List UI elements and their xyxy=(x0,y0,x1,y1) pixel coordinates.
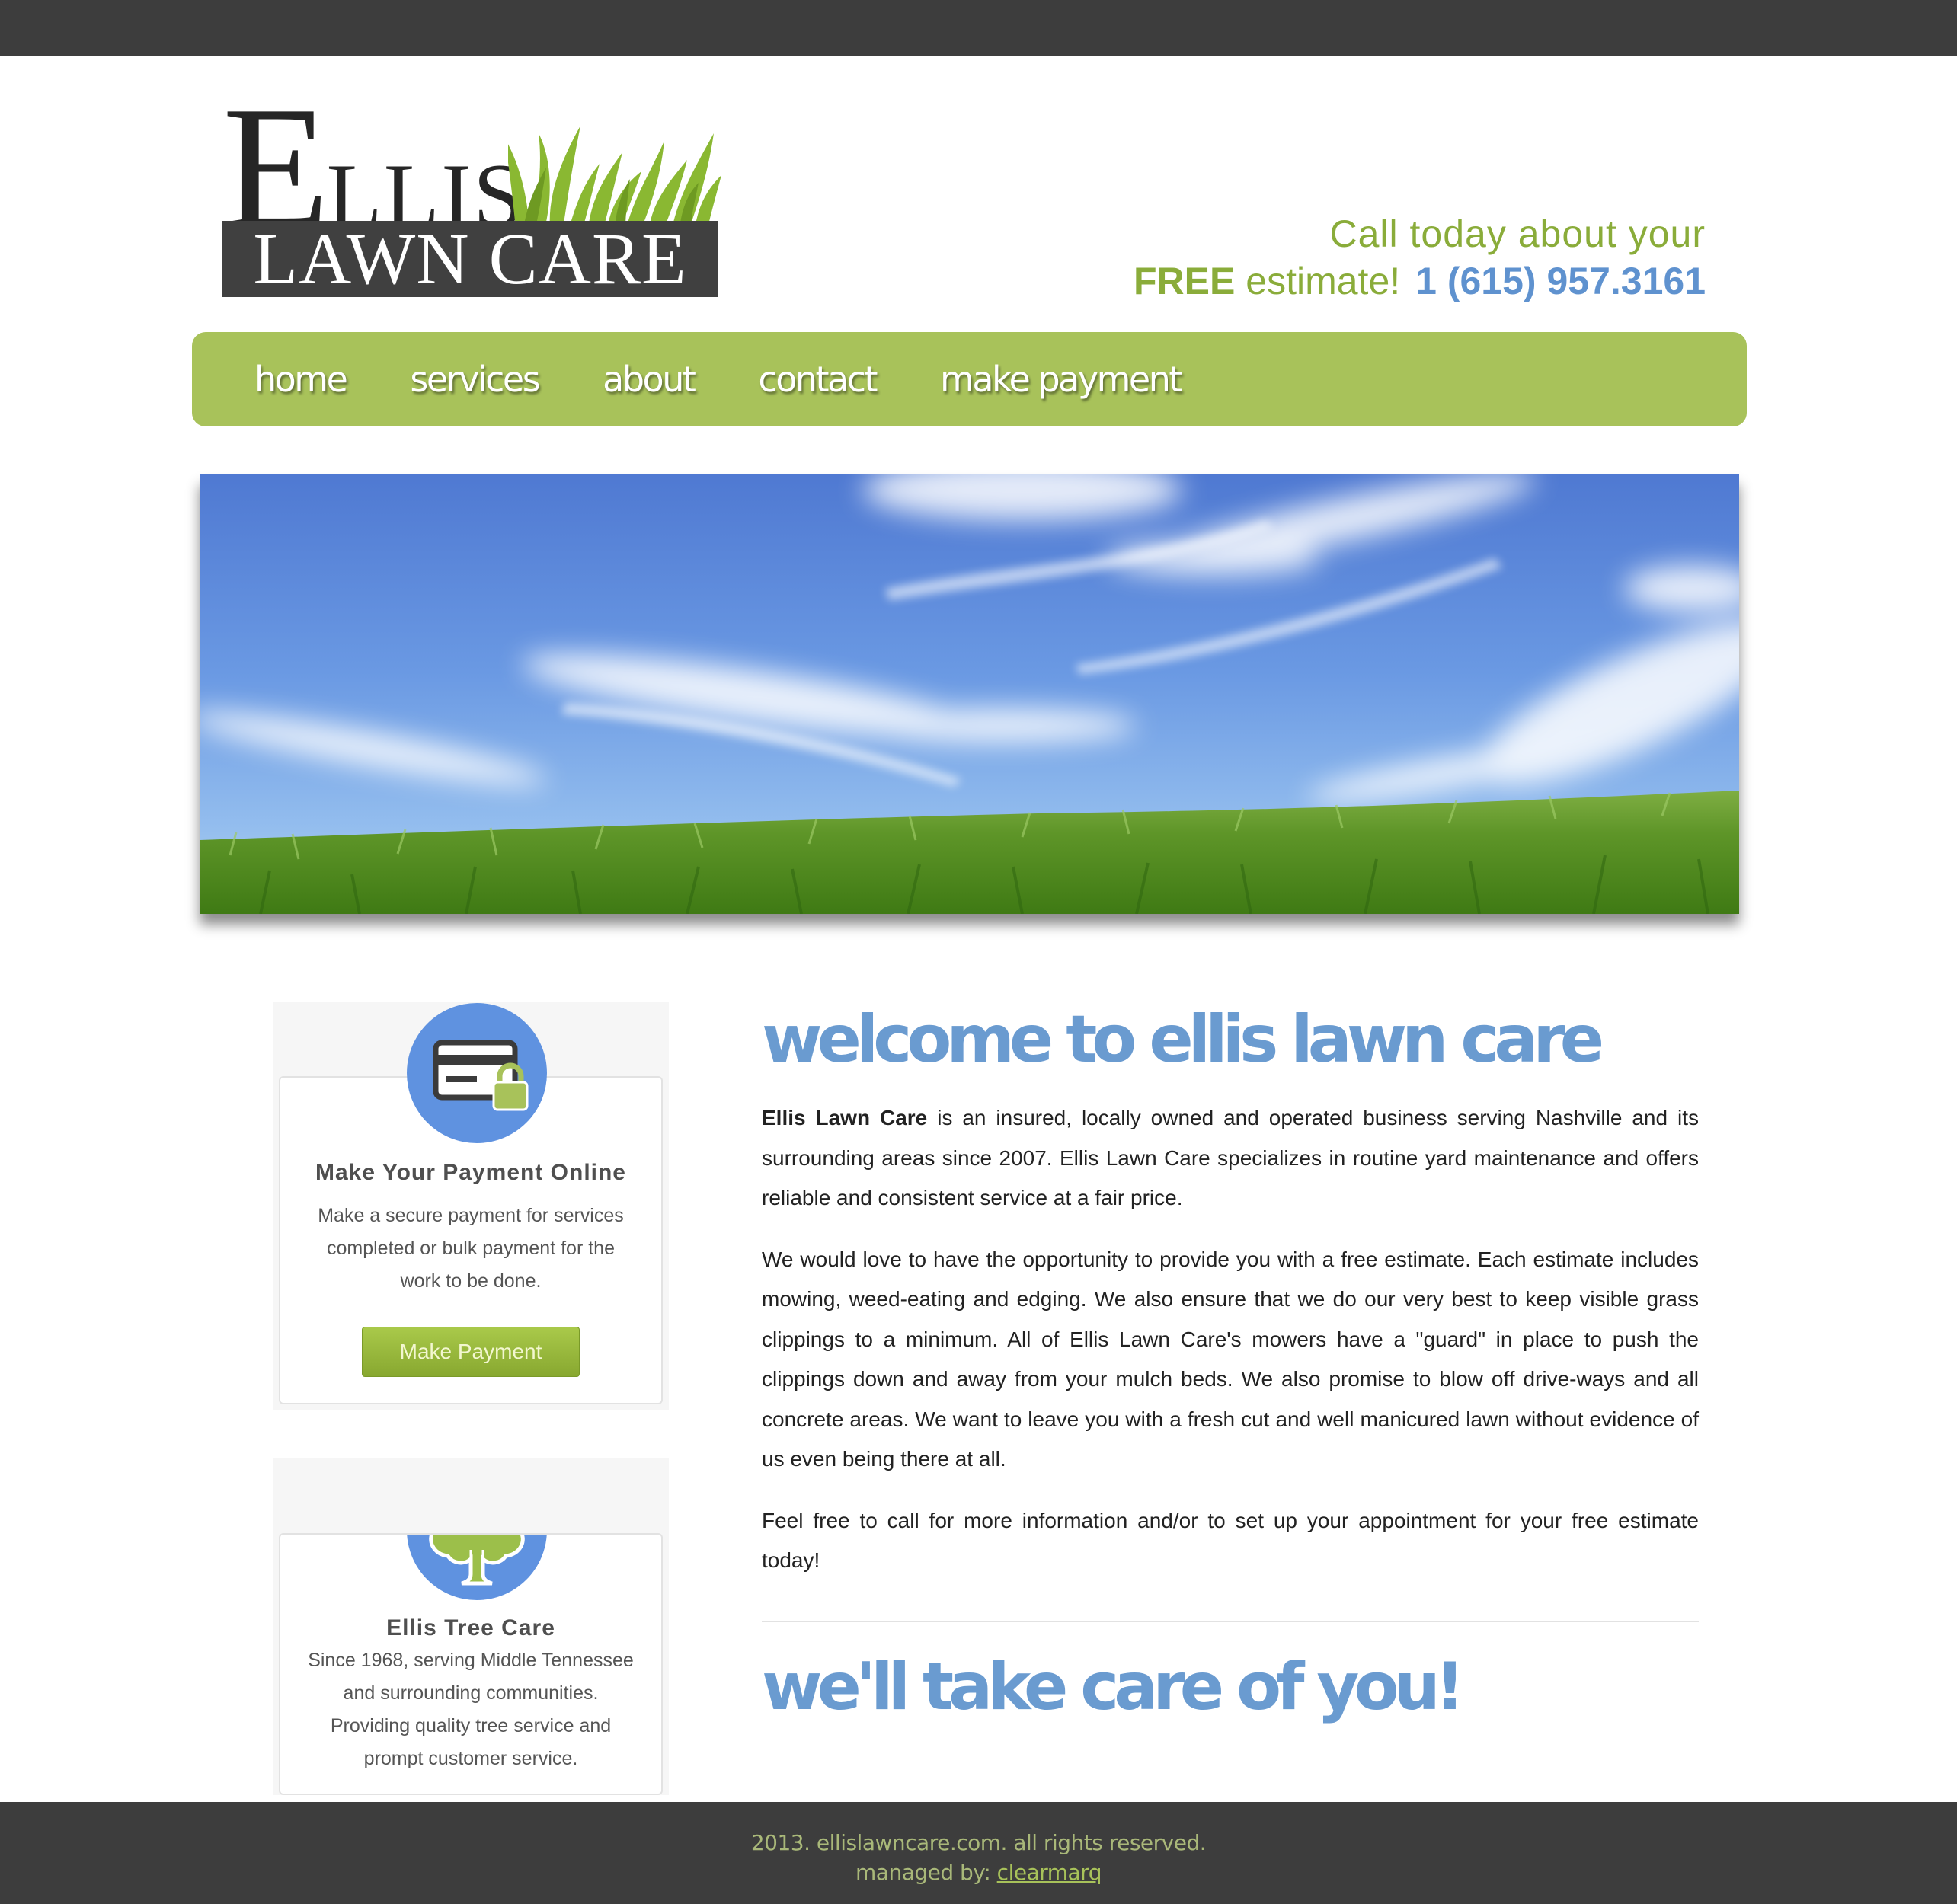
call-to-action: Call today about your FREE estimate! 1 (6… xyxy=(1134,210,1706,305)
phone-number[interactable]: 1 (615) 957.3161 xyxy=(1415,260,1706,302)
care-title: we'll take care of you! xyxy=(762,1648,1465,1725)
grass-logo-icon xyxy=(508,126,721,228)
tree-care-text-4: prompt customer service. xyxy=(363,1748,578,1769)
clearmarq-link[interactable]: clearmarq xyxy=(997,1860,1102,1885)
payment-card-text-3: work to be done. xyxy=(400,1270,542,1292)
nav-item-about[interactable]: about xyxy=(603,359,696,400)
logo-lawn-care-banner: LAWN CARE xyxy=(222,221,718,297)
tree-care-card-wrapper: Ellis Tree Care Since 1968, serving Midd… xyxy=(273,1458,669,1795)
payment-card-wrapper: Make Your Payment Online Make a secure p… xyxy=(273,1002,669,1410)
tree-care-text-3: Providing quality tree service and xyxy=(330,1715,612,1736)
tree-icon xyxy=(407,1535,547,1600)
payment-card: Make Your Payment Online Make a secure p… xyxy=(279,1003,663,1404)
estimate-paragraph: We would love to have the opportunity to… xyxy=(762,1247,1699,1471)
tree-care-card-title: Ellis Tree Care xyxy=(386,1615,555,1640)
payment-card-text-2: completed or bulk payment for the xyxy=(327,1238,615,1259)
main-content: welcome to ellis lawn care Ellis Lawn Ca… xyxy=(762,998,1699,1729)
hero-landscape-graphic xyxy=(200,474,1739,914)
payment-card-text-1: Make a secure payment for services xyxy=(318,1205,624,1226)
nav-list: home services about contact make payment xyxy=(254,332,1245,426)
tree-care-text-2: and surrounding communities. xyxy=(343,1682,599,1704)
make-payment-button[interactable]: Make Payment xyxy=(362,1327,580,1377)
tree-care-card: Ellis Tree Care Since 1968, serving Midd… xyxy=(279,1533,663,1795)
cta-line-1: Call today about your xyxy=(1329,212,1706,255)
footer-copyright: 2013. ellislawncare.com. all rights rese… xyxy=(750,1830,1207,1855)
cta-estimate: estimate! xyxy=(1246,260,1401,302)
call-paragraph: Feel free to call for more information a… xyxy=(762,1508,1699,1573)
nav-item-contact[interactable]: contact xyxy=(758,359,878,400)
footer-managed-by: managed by: clearmarq xyxy=(0,1860,1957,1885)
cta-line-2: FREE estimate! 1 (615) 957.3161 xyxy=(1134,257,1706,305)
main-nav: home services about contact make payment xyxy=(192,332,1747,426)
site-logo[interactable]: ELLIS LAWN CARE xyxy=(222,80,721,297)
intro-bold: Ellis Lawn Care xyxy=(762,1106,928,1129)
credit-card-lock-icon xyxy=(407,1003,547,1143)
tree-care-text-1: Since 1968, serving Middle Tennessee xyxy=(308,1650,634,1671)
sidebar: Make Your Payment Online Make a secure p… xyxy=(273,1002,669,1795)
nav-item-make-payment[interactable]: make payment xyxy=(940,359,1182,400)
footer-managed-prefix: managed by: xyxy=(855,1860,997,1885)
top-bar xyxy=(0,0,1957,56)
nav-item-services[interactable]: services xyxy=(410,359,540,400)
welcome-title: welcome to ellis lawn care xyxy=(762,1002,1604,1078)
hero-banner-image xyxy=(200,474,1739,914)
cta-free: FREE xyxy=(1134,260,1236,302)
nav-item-home[interactable]: home xyxy=(254,359,348,400)
intro-paragraph: Ellis Lawn Care is an insured, locally o… xyxy=(762,1098,1699,1219)
payment-card-title: Make Your Payment Online xyxy=(315,1160,626,1185)
footer: 2013. ellislawncare.com. all rights rese… xyxy=(0,1802,1957,1904)
